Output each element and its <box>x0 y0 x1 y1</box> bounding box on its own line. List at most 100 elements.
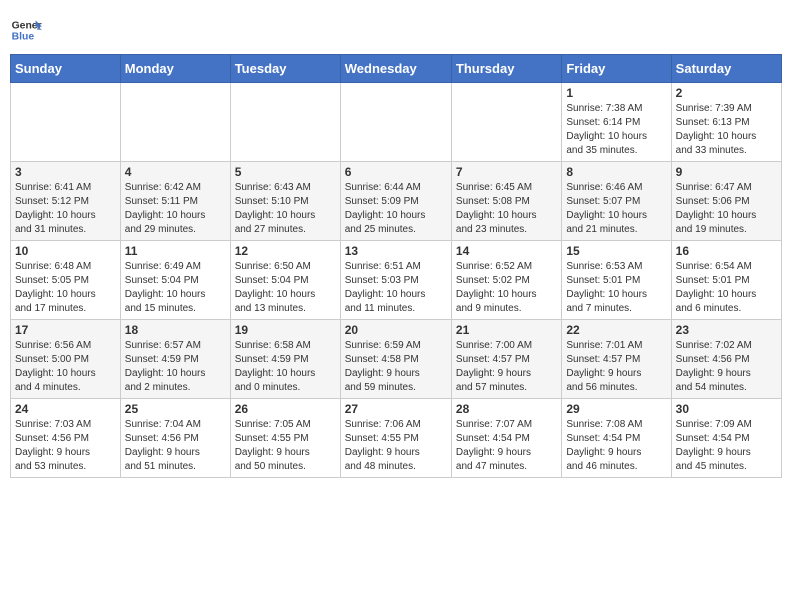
day-number: 16 <box>676 244 777 258</box>
day-number: 6 <box>345 165 447 179</box>
calendar-cell: 11Sunrise: 6:49 AMSunset: 5:04 PMDayligh… <box>120 241 230 320</box>
day-number: 8 <box>566 165 666 179</box>
day-info: Sunrise: 6:41 AMSunset: 5:12 PMDaylight:… <box>15 181 116 237</box>
calendar-cell <box>451 83 561 162</box>
day-info: Sunrise: 6:46 AMSunset: 5:07 PMDaylight:… <box>566 181 666 237</box>
logo-icon: General Blue <box>10 14 42 46</box>
day-number: 24 <box>15 402 116 416</box>
day-info: Sunrise: 6:43 AMSunset: 5:10 PMDaylight:… <box>235 181 336 237</box>
calendar-cell: 26 Sunrise: 7:05 AMSunset: 4:55 PMDayligh… <box>230 399 340 478</box>
day-number: 22 <box>566 323 666 337</box>
day-info: Sunrise: 7:05 AMSunset: 4:55 PMDaylight:… <box>235 418 336 474</box>
day-info: Sunrise: 7:01 AMSunset: 4:57 PMDaylight:… <box>566 339 666 395</box>
calendar-cell: 10 Sunrise: 6:48 AMSunset: 5:05 PMDayligh… <box>11 241 121 320</box>
day-info: Sunrise: 6:58 AMSunset: 4:59 PMDaylight:… <box>235 339 336 395</box>
day-info: Sunrise: 6:51 AMSunset: 5:03 PMDaylight:… <box>345 260 447 316</box>
day-number: 15 <box>566 244 666 258</box>
calendar-cell: 18 Sunrise: 6:57 AMSunset: 4:59 PMDayligh… <box>120 320 230 399</box>
day-number: 13 <box>345 244 447 258</box>
calendar-cell: 5Sunrise: 6:43 AMSunset: 5:10 PMDaylight… <box>230 162 340 241</box>
day-number: 4 <box>125 165 226 179</box>
day-info: Sunrise: 6:52 AMSunset: 5:02 PMDaylight:… <box>456 260 557 316</box>
day-info: Sunrise: 7:02 AMSunset: 4:56 PMDaylight:… <box>676 339 777 395</box>
day-info: Sunrise: 6:54 AMSunset: 5:01 PMDaylight:… <box>676 260 777 316</box>
calendar-cell <box>11 83 121 162</box>
day-info: Sunrise: 6:56 AMSunset: 5:00 PMDaylight:… <box>15 339 116 395</box>
calendar-cell: 27 Sunrise: 7:06 AMSunset: 4:55 PMDayligh… <box>340 399 451 478</box>
day-number: 20 <box>345 323 447 337</box>
day-info: Sunrise: 7:04 AMSunset: 4:56 PMDaylight:… <box>125 418 226 474</box>
day-info: Sunrise: 7:08 AMSunset: 4:54 PMDaylight:… <box>566 418 666 474</box>
weekday-header-wednesday: Wednesday <box>340 55 451 83</box>
calendar-cell: 21 Sunrise: 7:00 AMSunset: 4:57 PMDayligh… <box>451 320 561 399</box>
day-info: Sunrise: 7:00 AMSunset: 4:57 PMDaylight:… <box>456 339 557 395</box>
calendar-week-2: 3 Sunrise: 6:41 AMSunset: 5:12 PMDaylight… <box>11 162 782 241</box>
day-number: 21 <box>456 323 557 337</box>
calendar-cell: 19 Sunrise: 6:58 AMSunset: 4:59 PMDayligh… <box>230 320 340 399</box>
day-info: Sunrise: 7:07 AMSunset: 4:54 PMDaylight:… <box>456 418 557 474</box>
day-number: 23 <box>676 323 777 337</box>
calendar-cell: 4 Sunrise: 6:42 AMSunset: 5:11 PMDaylight… <box>120 162 230 241</box>
day-info: Sunrise: 7:09 AMSunset: 4:54 PMDaylight:… <box>676 418 777 474</box>
calendar-week-1: 1Sunrise: 7:38 AMSunset: 6:14 PMDaylight… <box>11 83 782 162</box>
calendar-cell: 24 Sunrise: 7:03 AMSunset: 4:56 PMDayligh… <box>11 399 121 478</box>
day-number: 27 <box>345 402 447 416</box>
day-info: Sunrise: 7:38 AMSunset: 6:14 PMDaylight:… <box>566 102 666 158</box>
day-info: Sunrise: 6:42 AMSunset: 5:11 PMDaylight:… <box>125 181 226 237</box>
calendar-cell: 29 Sunrise: 7:08 AMSunset: 4:54 PMDayligh… <box>562 399 671 478</box>
day-number: 19 <box>235 323 336 337</box>
calendar-cell: 9Sunrise: 6:47 AMSunset: 5:06 PMDaylight… <box>671 162 781 241</box>
calendar-cell: 23 Sunrise: 7:02 AMSunset: 4:56 PMDayligh… <box>671 320 781 399</box>
calendar-cell: 20 Sunrise: 6:59 AMSunset: 4:58 PMDayligh… <box>340 320 451 399</box>
calendar-cell <box>340 83 451 162</box>
day-info: Sunrise: 6:57 AMSunset: 4:59 PMDaylight:… <box>125 339 226 395</box>
day-number: 9 <box>676 165 777 179</box>
day-info: Sunrise: 6:59 AMSunset: 4:58 PMDaylight:… <box>345 339 447 395</box>
calendar-cell: 17 Sunrise: 6:56 AMSunset: 5:00 PMDayligh… <box>11 320 121 399</box>
calendar-week-3: 10 Sunrise: 6:48 AMSunset: 5:05 PMDayligh… <box>11 241 782 320</box>
day-number: 10 <box>15 244 116 258</box>
calendar-cell <box>230 83 340 162</box>
calendar-header-row: SundayMondayTuesdayWednesdayThursdayFrid… <box>11 55 782 83</box>
day-info: Sunrise: 7:39 AMSunset: 6:13 PMDaylight:… <box>676 102 777 158</box>
calendar-cell: 2Sunrise: 7:39 AMSunset: 6:13 PMDaylight… <box>671 83 781 162</box>
calendar-cell: 28 Sunrise: 7:07 AMSunset: 4:54 PMDayligh… <box>451 399 561 478</box>
day-number: 17 <box>15 323 116 337</box>
weekday-header-tuesday: Tuesday <box>230 55 340 83</box>
calendar-cell: 7 Sunrise: 6:45 AMSunset: 5:08 PMDaylight… <box>451 162 561 241</box>
svg-text:Blue: Blue <box>12 32 35 43</box>
calendar-week-5: 24 Sunrise: 7:03 AMSunset: 4:56 PMDayligh… <box>11 399 782 478</box>
day-info: Sunrise: 6:50 AMSunset: 5:04 PMDaylight:… <box>235 260 336 316</box>
day-number: 26 <box>235 402 336 416</box>
day-number: 28 <box>456 402 557 416</box>
calendar-cell: 16 Sunrise: 6:54 AMSunset: 5:01 PMDayligh… <box>671 241 781 320</box>
weekday-header-sunday: Sunday <box>11 55 121 83</box>
day-number: 12 <box>235 244 336 258</box>
day-number: 18 <box>125 323 226 337</box>
day-number: 29 <box>566 402 666 416</box>
calendar-cell: 1Sunrise: 7:38 AMSunset: 6:14 PMDaylight… <box>562 83 671 162</box>
calendar-cell: 25 Sunrise: 7:04 AMSunset: 4:56 PMDayligh… <box>120 399 230 478</box>
day-number: 30 <box>676 402 777 416</box>
day-info: Sunrise: 7:03 AMSunset: 4:56 PMDaylight:… <box>15 418 116 474</box>
logo: General Blue <box>10 14 42 46</box>
day-number: 3 <box>15 165 116 179</box>
day-number: 25 <box>125 402 226 416</box>
calendar-cell: 6Sunrise: 6:44 AMSunset: 5:09 PMDaylight… <box>340 162 451 241</box>
weekday-header-thursday: Thursday <box>451 55 561 83</box>
calendar-cell: 22 Sunrise: 7:01 AMSunset: 4:57 PMDayligh… <box>562 320 671 399</box>
day-info: Sunrise: 6:45 AMSunset: 5:08 PMDaylight:… <box>456 181 557 237</box>
day-info: Sunrise: 6:48 AMSunset: 5:05 PMDaylight:… <box>15 260 116 316</box>
calendar-cell: 12 Sunrise: 6:50 AMSunset: 5:04 PMDayligh… <box>230 241 340 320</box>
day-info: Sunrise: 7:06 AMSunset: 4:55 PMDaylight:… <box>345 418 447 474</box>
page-header: General Blue <box>10 10 782 46</box>
weekday-header-friday: Friday <box>562 55 671 83</box>
calendar-cell: 3 Sunrise: 6:41 AMSunset: 5:12 PMDaylight… <box>11 162 121 241</box>
calendar-cell: 8 Sunrise: 6:46 AMSunset: 5:07 PMDaylight… <box>562 162 671 241</box>
weekday-header-monday: Monday <box>120 55 230 83</box>
day-number: 7 <box>456 165 557 179</box>
calendar-cell <box>120 83 230 162</box>
calendar-cell: 15Sunrise: 6:53 AMSunset: 5:01 PMDayligh… <box>562 241 671 320</box>
calendar-cell: 13 Sunrise: 6:51 AMSunset: 5:03 PMDayligh… <box>340 241 451 320</box>
day-info: Sunrise: 6:49 AMSunset: 5:04 PMDaylight:… <box>125 260 226 316</box>
